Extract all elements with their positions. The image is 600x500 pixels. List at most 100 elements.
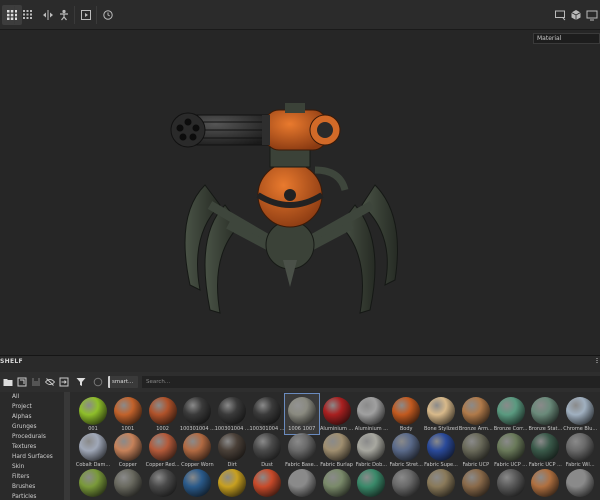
material-tile[interactable]: Fabric UCP ... xyxy=(528,430,562,470)
material-tile[interactable]: Fabric Stret... xyxy=(389,430,423,470)
material-tile[interactable] xyxy=(389,466,423,500)
material-tile[interactable]: Cobalt Dam... xyxy=(76,430,110,470)
history-button[interactable] xyxy=(100,7,116,23)
hide-button[interactable] xyxy=(44,376,56,388)
material-tile[interactable]: Body xyxy=(389,394,423,434)
material-tile[interactable]: 100301004 ... xyxy=(215,394,250,434)
material-preview-sphere xyxy=(218,433,247,461)
material-tile[interactable]: Fabric Supe... xyxy=(424,430,458,470)
person-button[interactable] xyxy=(56,7,72,23)
material-tile[interactable]: Fabric Base... xyxy=(285,430,319,470)
material-tile[interactable]: 1001 xyxy=(111,394,145,434)
material-tile[interactable]: Bronze Corr... xyxy=(494,394,528,434)
material-tile[interactable]: Fabric UCP xyxy=(459,430,493,470)
robot-turret-model xyxy=(170,103,398,314)
material-tile[interactable] xyxy=(285,466,319,500)
grid-view-button[interactable] xyxy=(2,5,22,25)
material-tile[interactable]: Aluminium ... xyxy=(354,394,388,434)
material-tile[interactable]: Fabric Burlap xyxy=(320,430,354,470)
filter-button[interactable] xyxy=(75,376,87,388)
material-preview-sphere xyxy=(183,433,212,461)
material-tile[interactable] xyxy=(111,466,145,500)
save-button[interactable] xyxy=(30,376,42,388)
3d-viewport[interactable]: Material xyxy=(0,30,600,355)
viewport-mode-button[interactable] xyxy=(552,7,568,23)
material-tile[interactable]: Copper xyxy=(111,430,145,470)
material-tile[interactable] xyxy=(76,466,110,500)
camera-view-button[interactable] xyxy=(568,7,584,23)
material-tile[interactable] xyxy=(146,466,180,500)
material-tile[interactable]: Fabric Dob... xyxy=(354,430,388,470)
material-tile[interactable]: Dust xyxy=(250,430,284,470)
material-tile[interactable]: 1006 1007 xyxy=(283,393,320,435)
material-tile[interactable] xyxy=(494,466,528,500)
category-all[interactable]: All xyxy=(12,394,19,400)
grid-icon xyxy=(7,10,17,20)
material-preview-sphere xyxy=(148,433,177,461)
material-tile[interactable] xyxy=(563,466,597,500)
shelf-search-input[interactable] xyxy=(142,376,600,388)
filter-toggle-button[interactable] xyxy=(92,376,104,388)
material-tile[interactable]: 1002 xyxy=(146,394,180,434)
material-preview-sphere xyxy=(496,469,525,497)
material-tile[interactable] xyxy=(424,466,458,500)
category-grunges[interactable]: Grunges xyxy=(12,424,37,430)
category-brushes[interactable]: Brushes xyxy=(12,484,35,490)
toolbar-separator xyxy=(74,6,75,24)
screen-icon xyxy=(555,10,566,21)
category-skin[interactable]: Skin xyxy=(12,464,24,470)
category-alphas[interactable]: Alphas xyxy=(12,414,32,420)
material-tile[interactable] xyxy=(528,466,562,500)
category-textures[interactable]: Textures xyxy=(12,444,36,450)
folder-button[interactable] xyxy=(2,376,14,388)
category-project[interactable]: Project xyxy=(12,404,32,410)
category-particles[interactable]: Particles xyxy=(12,494,36,500)
material-preview-sphere xyxy=(148,397,177,425)
material-tile[interactable]: Dirt xyxy=(215,430,249,470)
material-tile[interactable]: Copper Red... xyxy=(146,430,180,470)
material-preview-sphere xyxy=(253,433,281,461)
material-tile[interactable]: Bone Stylized xyxy=(424,394,458,434)
grid-settings-button[interactable] xyxy=(20,7,36,23)
material-tile[interactable]: Fabric Wil... xyxy=(563,430,597,470)
play-button[interactable] xyxy=(78,7,94,23)
symmetry-button[interactable] xyxy=(40,7,56,23)
category-hard-surfaces[interactable]: Hard Surfaces xyxy=(12,454,53,460)
category-procedurals[interactable]: Procedurals xyxy=(12,434,46,440)
material-tile[interactable]: Bronze Arm... xyxy=(459,394,493,434)
circle-icon xyxy=(93,377,103,387)
material-tile[interactable] xyxy=(250,466,284,500)
material-tile[interactable]: Bronze Stat... xyxy=(528,394,562,434)
material-tile[interactable]: Aluminium ... xyxy=(320,394,354,434)
material-preview-sphere xyxy=(79,433,107,461)
active-filter-tag[interactable]: smart... xyxy=(108,376,138,388)
play-square-icon xyxy=(81,10,91,20)
material-tile[interactable] xyxy=(354,466,388,500)
material-tile[interactable]: Fabric UCP ... xyxy=(494,430,528,470)
material-tile[interactable]: 100301004 ... xyxy=(250,394,285,434)
material-preview-sphere xyxy=(566,469,595,497)
panel-menu-icon[interactable] xyxy=(596,358,598,364)
import-button[interactable] xyxy=(16,376,28,388)
material-tile[interactable]: Copper Worn xyxy=(180,430,214,470)
category-filters[interactable]: Filters xyxy=(12,474,29,480)
material-tile[interactable] xyxy=(215,466,249,500)
shelf-title: SHELF xyxy=(0,358,23,365)
material-preview-sphere xyxy=(113,469,142,497)
material-tile[interactable] xyxy=(180,466,214,500)
shelf-panel: SHELF smart... All Project Alphas Grunge… xyxy=(0,355,600,500)
channel-select[interactable]: Material xyxy=(533,33,600,44)
categories-scrollbar[interactable] xyxy=(64,392,70,500)
material-tile[interactable]: Chrome Blu... xyxy=(563,394,597,434)
material-tile[interactable]: 001 xyxy=(76,394,110,434)
export-button[interactable] xyxy=(58,376,70,388)
material-preview-sphere xyxy=(113,433,142,461)
material-tile[interactable] xyxy=(320,466,354,500)
material-tile[interactable] xyxy=(459,466,493,500)
shelf-toolbar: smart... xyxy=(0,372,600,392)
display-settings-button[interactable] xyxy=(584,7,600,23)
filter-icon xyxy=(76,378,86,386)
material-preview-sphere xyxy=(218,469,247,497)
material-tile[interactable]: 100301004 ... xyxy=(180,394,215,434)
material-preview-sphere xyxy=(113,397,142,425)
